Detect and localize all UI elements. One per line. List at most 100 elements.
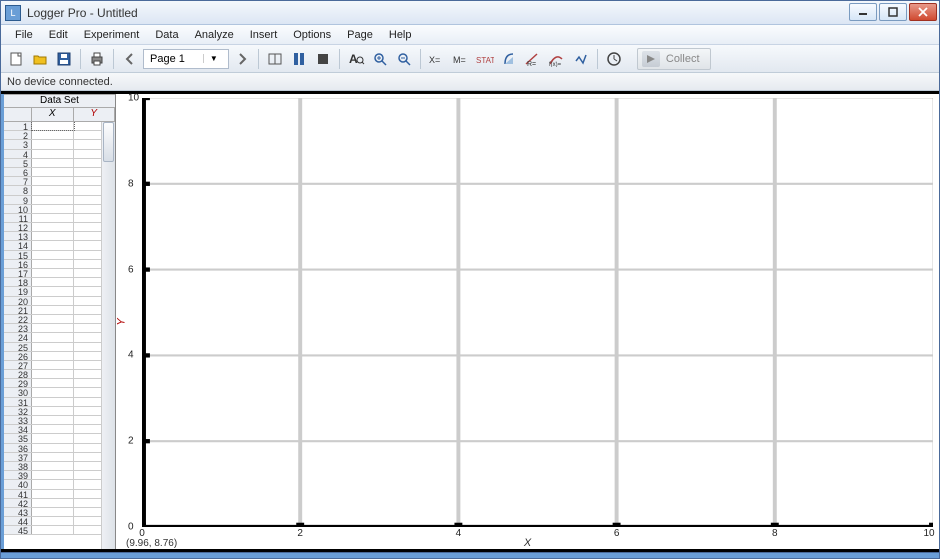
table-row[interactable]: 37 [4, 453, 115, 462]
table-row[interactable]: 16 [4, 260, 115, 269]
column-header-y[interactable]: Y [74, 108, 116, 121]
menu-page[interactable]: Page [339, 27, 381, 43]
column-header-x[interactable]: X [32, 108, 74, 121]
cell-x[interactable] [32, 168, 74, 176]
print-icon[interactable] [86, 48, 108, 70]
cell-x[interactable] [32, 287, 74, 295]
table-row[interactable]: 14 [4, 241, 115, 250]
table-row[interactable]: 22 [4, 315, 115, 324]
cell-x[interactable] [32, 196, 74, 204]
cell-x[interactable] [32, 306, 74, 314]
cell-x[interactable] [32, 159, 74, 167]
cell-x[interactable] [32, 517, 74, 525]
table-row[interactable]: 20 [4, 297, 115, 306]
curve-fit-icon[interactable]: f(x)= [546, 48, 568, 70]
cell-x[interactable] [32, 260, 74, 268]
cell-x[interactable] [32, 434, 74, 442]
cell-x[interactable] [32, 177, 74, 185]
draw-prediction-icon[interactable] [570, 48, 592, 70]
tangent-icon[interactable]: M= [450, 48, 472, 70]
menu-insert[interactable]: Insert [242, 27, 286, 43]
table-row[interactable]: 9 [4, 196, 115, 205]
table-row[interactable]: 18 [4, 278, 115, 287]
cell-x[interactable] [32, 361, 74, 369]
table-row[interactable]: 28 [4, 370, 115, 379]
table-row[interactable]: 19 [4, 287, 115, 296]
table-row[interactable]: 15 [4, 251, 115, 260]
table-row[interactable]: 24 [4, 333, 115, 342]
graph-panel[interactable]: Y X (9.96, 8.76) 0 2 4 6 8 10 0 2 4 6 8 … [116, 94, 939, 549]
cell-x[interactable] [32, 526, 74, 534]
cell-x[interactable] [32, 251, 74, 259]
dataset-header[interactable]: Data Set [4, 94, 115, 108]
cell-x[interactable] [32, 214, 74, 222]
cell-x[interactable] [32, 241, 74, 249]
cell-x[interactable] [32, 205, 74, 213]
table-row[interactable]: 21 [4, 306, 115, 315]
table-row[interactable]: 6 [4, 168, 115, 177]
autoscale-icon[interactable]: A [345, 48, 367, 70]
linear-fit-icon[interactable]: R= [522, 48, 544, 70]
maximize-button[interactable] [879, 3, 907, 21]
next-page-icon[interactable] [231, 48, 253, 70]
table-row[interactable]: 25 [4, 343, 115, 352]
table-row[interactable]: 12 [4, 223, 115, 232]
cell-x[interactable] [32, 315, 74, 323]
vertical-scrollbar[interactable] [101, 122, 115, 549]
cell-x[interactable] [32, 444, 74, 452]
cell-x[interactable] [32, 186, 74, 194]
menu-analyze[interactable]: Analyze [187, 27, 242, 43]
cell-x[interactable] [32, 269, 74, 277]
cell-x[interactable] [32, 453, 74, 461]
table-row[interactable]: 30 [4, 388, 115, 397]
integral-icon[interactable] [498, 48, 520, 70]
menu-help[interactable]: Help [381, 27, 420, 43]
menu-data[interactable]: Data [147, 27, 186, 43]
collect-button[interactable]: Collect [637, 48, 711, 70]
scroll-thumb[interactable] [103, 122, 114, 162]
table-row[interactable]: 36 [4, 444, 115, 453]
table-row[interactable]: 41 [4, 490, 115, 499]
cell-x[interactable] [32, 508, 74, 516]
cell-x[interactable] [32, 499, 74, 507]
cell-x[interactable] [32, 480, 74, 488]
save-file-icon[interactable] [53, 48, 75, 70]
cell-x[interactable] [32, 333, 74, 341]
cell-x[interactable] [32, 425, 74, 433]
y-axis-label[interactable]: Y [116, 318, 128, 325]
cell-x[interactable] [32, 232, 74, 240]
menu-file[interactable]: File [7, 27, 41, 43]
table-row[interactable]: 33 [4, 416, 115, 425]
cell-x[interactable] [32, 407, 74, 415]
cell-x[interactable] [32, 140, 74, 148]
cursor-icon[interactable] [288, 48, 310, 70]
table-row[interactable]: 45 [4, 526, 115, 535]
close-button[interactable] [909, 3, 937, 21]
table-row[interactable]: 31 [4, 398, 115, 407]
cell-x[interactable] [32, 324, 74, 332]
plot-area[interactable] [142, 98, 933, 527]
table-row[interactable]: 13 [4, 232, 115, 241]
cell-x[interactable] [32, 416, 74, 424]
table-row[interactable]: 42 [4, 499, 115, 508]
table-row[interactable]: 44 [4, 517, 115, 526]
table-row[interactable]: 4 [4, 150, 115, 159]
table-row[interactable]: 43 [4, 508, 115, 517]
menu-experiment[interactable]: Experiment [76, 27, 148, 43]
table-row[interactable]: 26 [4, 352, 115, 361]
table-row[interactable]: 34 [4, 425, 115, 434]
cell-x[interactable] [32, 343, 74, 351]
store-run-icon[interactable] [312, 48, 334, 70]
cell-x[interactable] [32, 278, 74, 286]
open-file-icon[interactable] [29, 48, 51, 70]
table-row[interactable]: 3 [4, 140, 115, 149]
cell-x[interactable] [32, 223, 74, 231]
table-row[interactable]: 27 [4, 361, 115, 370]
table-row[interactable]: 5 [4, 159, 115, 168]
menu-edit[interactable]: Edit [41, 27, 76, 43]
table-row[interactable]: 39 [4, 471, 115, 480]
cell-x[interactable] [32, 462, 74, 470]
table-row[interactable]: 35 [4, 434, 115, 443]
cell-x[interactable] [32, 122, 74, 130]
zoom-out-icon[interactable] [393, 48, 415, 70]
